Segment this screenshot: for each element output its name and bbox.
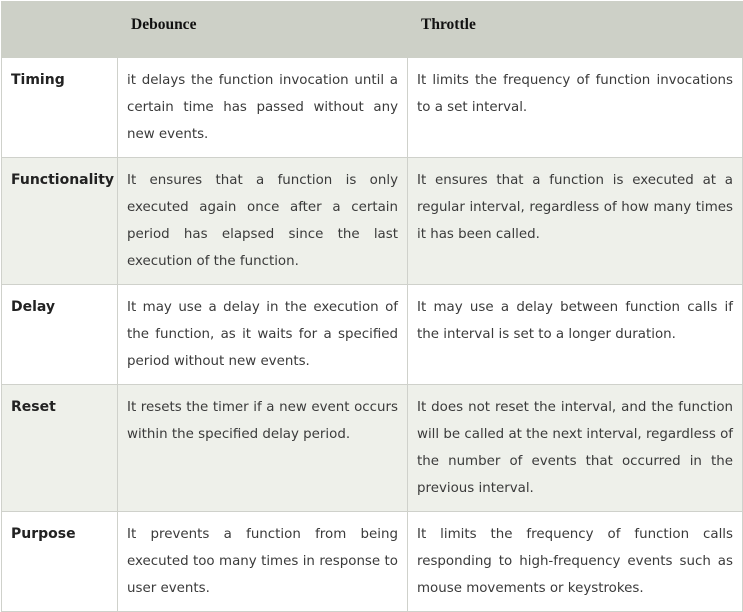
debounce-cell: It may use a delay in the execution of t… (117, 284, 408, 385)
debounce-cell: it delays the function invocation until … (117, 57, 408, 158)
debounce-cell: It prevents a function from being execut… (117, 511, 408, 612)
row-label: Functionality (1, 157, 118, 285)
table-row: Purpose It prevents a function from bein… (1, 511, 743, 612)
debounce-cell: It ensures that a function is only execu… (117, 157, 408, 285)
header-debounce: Debounce (117, 1, 408, 58)
header-throttle: Throttle (407, 1, 743, 58)
throttle-cell: It ensures that a function is executed a… (407, 157, 743, 285)
throttle-cell: It does not reset the interval, and the … (407, 384, 743, 512)
header-empty (1, 1, 118, 58)
throttle-cell: It limits the frequency of function call… (407, 511, 743, 612)
throttle-cell: It may use a delay between function call… (407, 284, 743, 385)
table-row: Timing it delays the function invocation… (1, 57, 743, 158)
comparison-table: Debounce Throttle Timing it delays the f… (1, 1, 743, 612)
table-row: Delay It may use a delay in the executio… (1, 284, 743, 385)
throttle-cell: It limits the frequency of function invo… (407, 57, 743, 158)
row-label: Delay (1, 284, 118, 385)
header-row: Debounce Throttle (1, 1, 743, 58)
row-label: Purpose (1, 511, 118, 612)
row-label: Timing (1, 57, 118, 158)
table-row: Functionality It ensures that a function… (1, 157, 743, 285)
row-label: Reset (1, 384, 118, 512)
table-row: Reset It resets the timer if a new event… (1, 384, 743, 512)
debounce-cell: It resets the timer if a new event occur… (117, 384, 408, 512)
